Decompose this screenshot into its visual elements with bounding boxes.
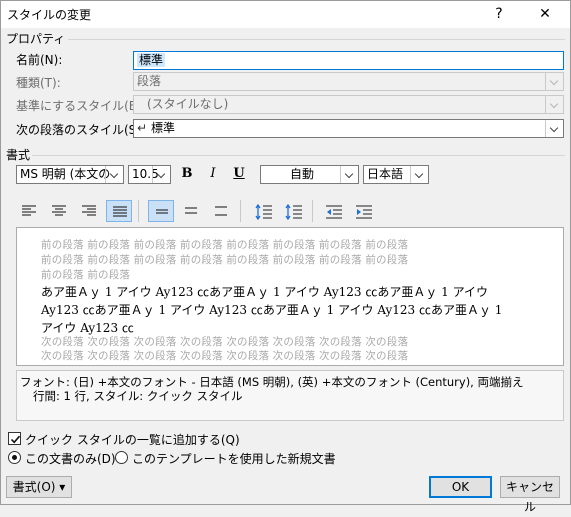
dialog-title: スタイルの変更: [7, 8, 92, 22]
align-center-icon: [52, 205, 66, 216]
type-label: 種類(T):: [16, 76, 61, 90]
next-paragraph-line: 次の段落 次の段落 次の段落 次の段落 次の段落 次の段落 次の段落 次の段落: [41, 350, 409, 362]
sample-text-line: あア亜Ａｙ 1 アイウ Ay123 ㏄あア亜Ａｙ 1 アイウ Ay123 ㏄あア…: [41, 285, 488, 299]
align-left-button[interactable]: [16, 200, 42, 222]
close-button[interactable]: ✕: [526, 1, 564, 27]
style-preview-pane: 前の段落 前の段落 前の段落 前の段落 前の段落 前の段落 前の段落 前の段落 …: [16, 227, 564, 366]
chevron-down-icon: [410, 166, 428, 183]
decrease-indent-icon: [326, 205, 342, 219]
based-on-value: (スタイルなし): [147, 97, 229, 111]
next-style-label: 次の段落のスタイル(S):: [16, 123, 146, 137]
based-on-label: 基準にするスタイル(B):: [16, 99, 146, 113]
next-style-value: 標準: [151, 121, 176, 135]
properties-divider: [68, 39, 565, 40]
name-input[interactable]: 標準: [133, 51, 564, 70]
color-value: 自動: [289, 167, 314, 181]
quick-style-checkbox[interactable]: [8, 432, 21, 445]
chevron-down-icon: [105, 166, 123, 183]
chevron-down-icon: [545, 96, 563, 113]
chevron-down-icon: [152, 166, 170, 183]
next-paragraph-line: 次の段落 次の段落 次の段落 次の段落 次の段落 次の段落 次の段落 次の段落: [41, 336, 409, 348]
size-dropdown[interactable]: 10.5: [128, 165, 171, 184]
template-radio[interactable]: [115, 451, 128, 464]
previous-paragraph-line: 前の段落 前の段落: [41, 269, 131, 281]
only-this-document-label[interactable]: この文書のみ(D): [25, 450, 116, 467]
language-value: 日本語: [367, 167, 404, 181]
name-label: 名前(N):: [16, 53, 63, 67]
description-line-2: 行間: 1 行, スタイル: クイック スタイル: [33, 389, 243, 403]
only-this-document-radio[interactable]: [8, 451, 21, 464]
cancel-button[interactable]: キャンセル: [500, 476, 560, 514]
type-value: 段落: [137, 74, 162, 88]
onehalf-spacing-icon: [185, 207, 197, 214]
single-spacing-button[interactable]: [148, 200, 174, 222]
space-after-button[interactable]: [280, 200, 306, 222]
space-before-button[interactable]: [250, 200, 276, 222]
underline-button[interactable]: U: [228, 164, 250, 184]
space-before-icon: [255, 204, 272, 220]
bold-button[interactable]: B: [176, 164, 198, 184]
based-on-dropdown[interactable]: (スタイルなし): [133, 95, 564, 114]
space-after-icon: [285, 204, 302, 220]
double-spacing-icon: [215, 206, 227, 216]
align-center-button[interactable]: [46, 200, 72, 222]
help-button[interactable]: ?: [480, 1, 518, 27]
format-divider: [32, 155, 565, 156]
language-dropdown[interactable]: 日本語: [363, 165, 429, 184]
quick-style-label[interactable]: クイック スタイルの一覧に追加する(Q): [25, 431, 240, 448]
name-value: 標準: [137, 53, 166, 67]
onehalf-spacing-button[interactable]: [178, 200, 204, 222]
format-group-label: 書式: [6, 148, 31, 162]
properties-group-label: プロパティ: [6, 32, 66, 46]
toolbar-separator: [312, 200, 313, 222]
single-spacing-icon: [156, 209, 168, 214]
decrease-indent-button[interactable]: [320, 200, 346, 222]
chevron-down-icon: [340, 166, 358, 183]
next-style-dropdown[interactable]: ↵ 標準: [133, 119, 564, 138]
template-label[interactable]: このテンプレートを使用した新規文書: [132, 450, 336, 467]
align-left-icon: [22, 205, 36, 216]
increase-indent-button[interactable]: [350, 200, 376, 222]
previous-paragraph-line: 前の段落 前の段落 前の段落 前の段落 前の段落 前の段落 前の段落 前の段落: [41, 254, 409, 266]
color-dropdown[interactable]: 自動: [260, 165, 359, 184]
double-spacing-button[interactable]: [208, 200, 234, 222]
sample-text-line: Ay123 ㏄あア亜Ａｙ 1 アイウ Ay123 ㏄あア亜Ａｙ 1 アイウ Ay…: [41, 303, 503, 317]
toolbar-separator: [138, 200, 139, 222]
previous-paragraph-line: 前の段落 前の段落 前の段落 前の段落 前の段落 前の段落 前の段落 前の段落: [41, 239, 409, 251]
paragraph-return-icon: ↵: [137, 121, 148, 135]
align-right-icon: [82, 205, 96, 216]
format-menu-button[interactable]: 書式(O) ▾: [6, 476, 72, 498]
font-dropdown[interactable]: MS 明朝 (本文の: [16, 165, 124, 184]
increase-indent-icon: [356, 205, 372, 219]
chevron-down-icon: [545, 73, 563, 90]
radio-dot: [12, 455, 17, 460]
justify-icon: [113, 206, 127, 217]
checkmark-icon: [10, 435, 21, 444]
toolbar-separator: [240, 200, 241, 222]
italic-button[interactable]: I: [202, 164, 224, 184]
font-value: MS 明朝 (本文の: [20, 167, 111, 181]
type-dropdown[interactable]: 段落: [133, 72, 564, 91]
justify-button[interactable]: [106, 200, 132, 222]
chevron-down-icon: [545, 120, 563, 137]
ok-button[interactable]: OK: [429, 476, 492, 498]
align-right-button[interactable]: [76, 200, 102, 222]
style-description: フォント: (日) +本文のフォント - 日本語 (MS 明朝), (英) +本…: [16, 370, 564, 421]
